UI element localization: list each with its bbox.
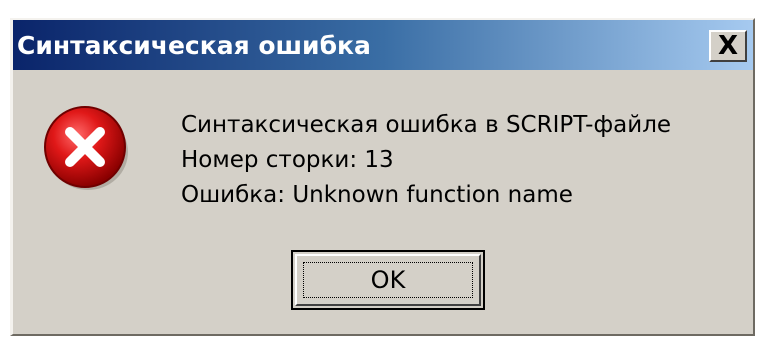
title-bar[interactable]: Синтаксическая ошибка X (13, 20, 753, 70)
ok-button[interactable]: OK (291, 250, 485, 310)
message-line: Ошибка: Unknown function name (181, 182, 573, 208)
error-icon (44, 106, 128, 190)
error-dialog: Синтаксическая ошибка X Синтаксическая о… (10, 18, 755, 336)
close-icon: X (717, 31, 739, 61)
dialog-title: Синтаксическая ошибка (17, 30, 371, 60)
ok-button-label: OK (370, 266, 406, 294)
close-button[interactable]: X (709, 30, 747, 62)
message-line: Синтаксическая ошибка в SCRIPT-файле (181, 112, 672, 138)
error-message: Синтаксическая ошибка в SCRIPT-файле Ном… (181, 108, 671, 213)
message-line: Номер сторки: 13 (181, 147, 394, 173)
